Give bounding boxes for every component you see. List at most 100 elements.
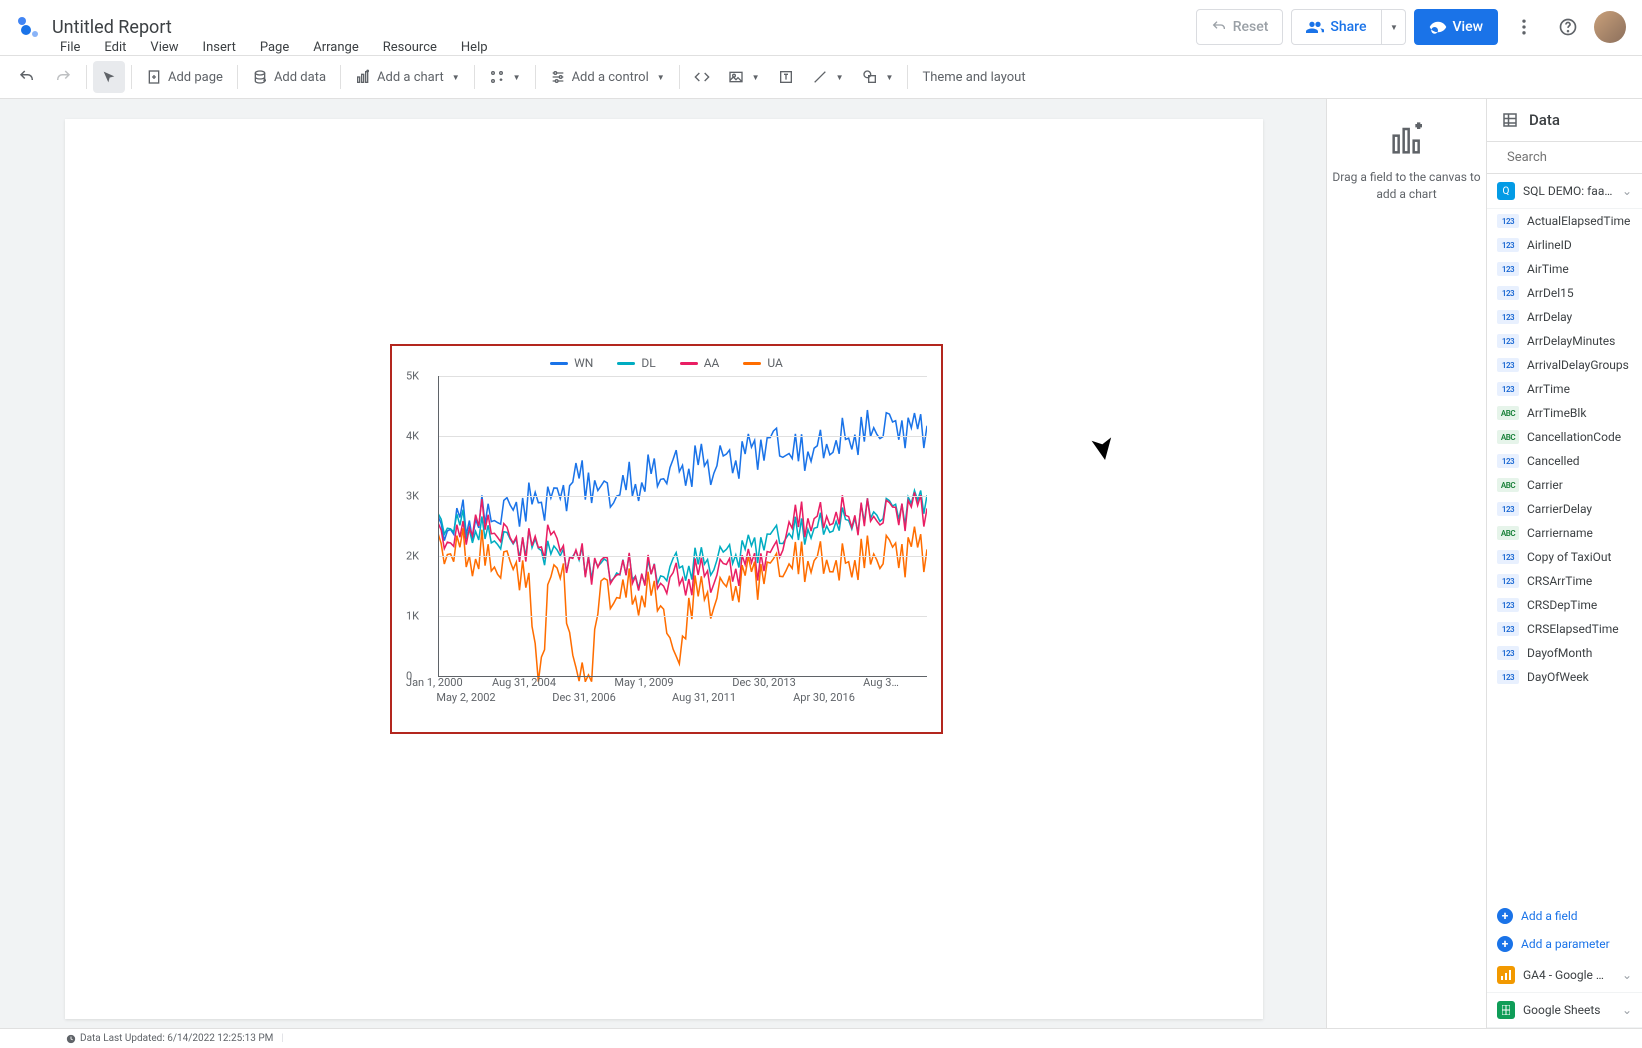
x-tick: Aug 31, 2004	[492, 676, 556, 689]
add-chart-drop-zone[interactable]: Drag a field to the canvas to add a char…	[1326, 99, 1486, 1028]
data-source-sheets[interactable]: Google Sheets ⌄	[1487, 993, 1642, 1028]
x-tick: May 2, 2002	[436, 691, 495, 704]
number-type-icon: 123	[1497, 286, 1519, 300]
add-chart-label: Add a chart	[377, 70, 444, 85]
chevron-icon: ⌄	[1622, 184, 1632, 198]
data-source-ga4[interactable]: GA4 - Google Merc… ⌄	[1487, 958, 1642, 993]
theme-layout-button[interactable]: Theme and layout	[914, 61, 1033, 93]
data-source-label: Google Sheets	[1523, 1003, 1614, 1017]
reset-button[interactable]: Reset	[1196, 9, 1284, 45]
field-ArrTime[interactable]: 123ArrTime	[1487, 377, 1642, 401]
undo-button[interactable]	[10, 61, 44, 93]
menu-resource[interactable]: Resource	[373, 36, 447, 59]
field-AirlineID[interactable]: 123AirlineID	[1487, 233, 1642, 257]
embed-button[interactable]	[686, 61, 718, 93]
menu-page[interactable]: Page	[250, 36, 299, 59]
help-button[interactable]	[1550, 9, 1586, 45]
search-input[interactable]	[1507, 150, 1642, 165]
legend-AA[interactable]: AA	[680, 356, 720, 370]
field-ArrDelay[interactable]: 123ArrDelay	[1487, 305, 1642, 329]
field-label: ArrDel15	[1527, 286, 1574, 300]
redo-button[interactable]	[46, 61, 80, 93]
report-title[interactable]: Untitled Report	[52, 17, 172, 38]
field-CRSDepTime[interactable]: 123CRSDepTime	[1487, 593, 1642, 617]
series-UA[interactable]	[438, 527, 927, 682]
field-label: AirlineID	[1527, 238, 1572, 252]
menu-insert[interactable]: Insert	[193, 36, 246, 59]
add-control-label: Add a control	[572, 70, 649, 85]
add-parameter-button[interactable]: + Add a parameter	[1487, 930, 1642, 958]
field-search[interactable]	[1487, 142, 1642, 174]
share-dropdown[interactable]: ▼	[1382, 9, 1406, 45]
y-tick: 5K	[406, 370, 419, 383]
field-label: CRSArrTime	[1527, 574, 1592, 588]
text-type-icon: ABC	[1497, 430, 1519, 444]
plus-icon: +	[1497, 908, 1513, 924]
legend-UA[interactable]: UA	[743, 356, 782, 370]
field-CRSArrTime[interactable]: 123CRSArrTime	[1487, 569, 1642, 593]
field-label: CRSElapsedTime	[1527, 622, 1619, 636]
field-label: ActualElapsedTime	[1527, 214, 1630, 228]
add-page-button[interactable]: Add page	[138, 61, 231, 93]
selection-tool[interactable]	[93, 61, 125, 93]
menu-edit[interactable]: Edit	[94, 36, 136, 59]
field-DayofMonth[interactable]: 123DayofMonth	[1487, 641, 1642, 665]
field-ArrDelayMinutes[interactable]: 123ArrDelayMinutes	[1487, 329, 1642, 353]
legend-DL[interactable]: DL	[617, 356, 655, 370]
add-data-button[interactable]: Add data	[244, 61, 334, 93]
field-ArrTimeBlk[interactable]: ABCArrTimeBlk	[1487, 401, 1642, 425]
legend-WN[interactable]: WN	[550, 356, 593, 370]
shape-button[interactable]: ▼	[854, 61, 902, 93]
add-parameter-label: Add a parameter	[1521, 937, 1610, 951]
field-label: Cancelled	[1527, 454, 1580, 468]
legend-swatch	[743, 362, 761, 365]
text-button[interactable]	[770, 61, 802, 93]
menu-view[interactable]: View	[140, 36, 188, 59]
field-AirTime[interactable]: 123AirTime	[1487, 257, 1642, 281]
community-viz-button[interactable]: ▼	[481, 61, 529, 93]
x-tick: Apr 30, 2016	[793, 691, 855, 704]
view-button[interactable]: View	[1414, 9, 1499, 45]
field-DayOfWeek[interactable]: 123DayOfWeek	[1487, 665, 1642, 689]
line-button[interactable]: ▼	[804, 61, 852, 93]
looker-studio-logo-icon[interactable]	[16, 15, 40, 39]
share-button[interactable]: Share	[1291, 9, 1381, 45]
number-type-icon: 123	[1497, 502, 1519, 516]
menu-file[interactable]: File	[50, 36, 90, 59]
view-label: View	[1453, 19, 1484, 35]
field-ActualElapsedTime[interactable]: 123ActualElapsedTime	[1487, 209, 1642, 233]
drop-hint-text: Drag a field to the canvas to add a char…	[1327, 169, 1486, 203]
user-avatar[interactable]	[1594, 11, 1626, 43]
menu-arrange[interactable]: Arrange	[303, 36, 368, 59]
x-tick: Jan 1, 2000	[406, 676, 463, 689]
report-canvas[interactable]: WNDLAAUA 5K4K3K2K1K0 Jan 1, 2000Aug 31, …	[65, 119, 1263, 1019]
menu-help[interactable]: Help	[451, 36, 498, 59]
data-source-sql[interactable]: Q SQL DEMO: faa_fli… ⌄	[1487, 174, 1642, 209]
field-CancellationCode[interactable]: ABCCancellationCode	[1487, 425, 1642, 449]
number-type-icon: 123	[1497, 454, 1519, 468]
x-tick: May 1, 2009	[614, 676, 673, 689]
add-field-button[interactable]: + Add a field	[1487, 902, 1642, 930]
timeseries-chart[interactable]: WNDLAAUA 5K4K3K2K1K0 Jan 1, 2000Aug 31, …	[390, 344, 943, 734]
field-ArrDel15[interactable]: 123 ArrDel15	[1487, 281, 1642, 305]
field-label: CarrierDelay	[1527, 502, 1592, 516]
field-CarrierDelay[interactable]: 123 CarrierDelay	[1487, 497, 1642, 521]
add-control-button[interactable]: Add a control ▼	[542, 61, 673, 93]
legend-swatch	[617, 362, 635, 365]
more-options-button[interactable]	[1506, 9, 1542, 45]
field-ArrivalDelayGroups[interactable]: 123ArrivalDelayGroups	[1487, 353, 1642, 377]
field-Carriername[interactable]: ABCCarriername	[1487, 521, 1642, 545]
legend-swatch	[680, 362, 698, 365]
field-Carrier[interactable]: ABCCarrier	[1487, 473, 1642, 497]
field-Copy of TaxiOut[interactable]: 123Copy of TaxiOut	[1487, 545, 1642, 569]
number-type-icon: 123	[1497, 646, 1519, 660]
data-panel-title: Data	[1529, 111, 1560, 129]
field-label: Copy of TaxiOut	[1527, 550, 1611, 564]
field-CRSElapsedTime[interactable]: 123CRSElapsedTime	[1487, 617, 1642, 641]
add-page-label: Add page	[168, 70, 223, 85]
image-button[interactable]: ▼	[720, 61, 768, 93]
number-type-icon: 123	[1497, 262, 1519, 276]
add-chart-button[interactable]: Add a chart ▼	[347, 61, 468, 93]
field-Cancelled[interactable]: 123 Cancelled	[1487, 449, 1642, 473]
field-label: ArrTime	[1527, 382, 1570, 396]
